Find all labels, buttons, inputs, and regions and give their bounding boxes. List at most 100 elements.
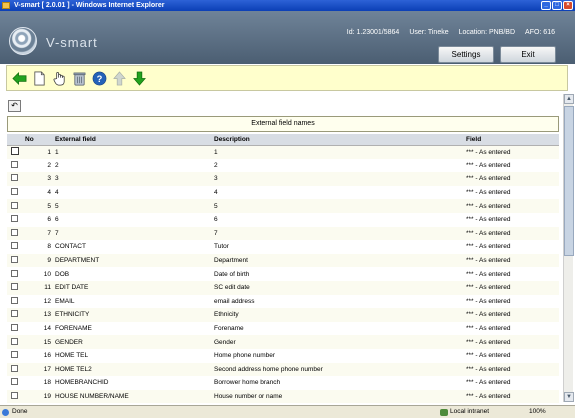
row-external-field: 2 xyxy=(53,158,212,173)
row-checkbox[interactable] xyxy=(11,364,18,372)
close-window-button[interactable]: × xyxy=(563,1,573,10)
exit-button[interactable]: Exit xyxy=(500,46,556,63)
row-checkbox[interactable] xyxy=(11,337,18,345)
table-row[interactable]: 2 2 2 *** - As entered xyxy=(7,158,559,173)
row-field: *** - As entered xyxy=(464,240,559,254)
row-external-field: 4 xyxy=(53,185,212,200)
row-select-cell xyxy=(7,294,23,309)
table-row[interactable]: 3 3 3 *** - As entered xyxy=(7,172,559,186)
table-row[interactable]: 11 EDIT DATE SC edit date *** - As entered xyxy=(7,280,559,295)
row-no: 14 xyxy=(23,321,53,336)
help-icon[interactable]: ? xyxy=(91,70,108,87)
table-row[interactable]: 1 1 1 *** - As entered xyxy=(7,145,559,159)
new-document-icon[interactable] xyxy=(31,70,48,87)
table-row[interactable]: 19 HOUSE NUMBER/NAME House number or name *… xyxy=(7,389,559,404)
column-header-description[interactable]: Description xyxy=(212,134,464,146)
action-toolbar: ? xyxy=(6,65,568,91)
row-no: 18 xyxy=(23,376,53,390)
row-select-cell xyxy=(7,389,23,404)
row-no: 6 xyxy=(23,212,53,227)
row-checkbox[interactable] xyxy=(11,283,18,291)
table-row[interactable]: 6 6 6 *** - As entered xyxy=(7,212,559,227)
row-description: Second address home phone number xyxy=(212,362,464,377)
table-row[interactable]: 8 CONTACT Tutor *** - As entered xyxy=(7,240,559,254)
table-row[interactable]: 7 7 7 *** - As entered xyxy=(7,226,559,241)
row-checkbox[interactable] xyxy=(11,391,18,399)
table-row[interactable]: 14 FORENAME Forename *** - As entered xyxy=(7,321,559,336)
row-external-field: 7 xyxy=(53,226,212,241)
maximize-button[interactable]: □ xyxy=(552,1,562,10)
row-field: *** - As entered xyxy=(464,348,559,363)
row-checkbox[interactable] xyxy=(11,215,18,223)
undo-button[interactable]: ↶ xyxy=(8,100,21,112)
row-select-cell xyxy=(7,226,23,241)
row-description: 2 xyxy=(212,158,464,173)
row-no: 4 xyxy=(23,185,53,200)
move-up-icon[interactable] xyxy=(111,70,128,87)
row-checkbox[interactable] xyxy=(11,269,18,277)
row-field: *** - As entered xyxy=(464,172,559,186)
row-checkbox[interactable] xyxy=(11,324,18,332)
settings-button[interactable]: Settings xyxy=(438,46,494,63)
row-select-cell xyxy=(7,335,23,349)
row-no: 19 xyxy=(23,389,53,404)
scroll-thumb[interactable] xyxy=(564,106,574,256)
row-no: 1 xyxy=(23,145,53,159)
vertical-scrollbar[interactable]: ▲ ▼ xyxy=(563,94,574,402)
brand-name: V-smart xyxy=(46,35,98,50)
table-row[interactable]: 10 DOB Date of birth *** - As entered xyxy=(7,267,559,281)
column-header-field[interactable]: Field xyxy=(464,134,559,146)
table-row[interactable]: 5 5 5 *** - As entered xyxy=(7,199,559,213)
row-description: 7 xyxy=(212,226,464,241)
select-hand-icon[interactable] xyxy=(51,70,68,87)
minimize-button[interactable]: _ xyxy=(541,1,551,10)
delete-trash-icon[interactable] xyxy=(71,70,88,87)
row-field: *** - As entered xyxy=(464,212,559,227)
row-select-cell xyxy=(7,158,23,173)
page-done-icon xyxy=(2,409,9,416)
row-checkbox[interactable] xyxy=(11,378,18,386)
scroll-up-icon[interactable]: ▲ xyxy=(564,94,574,104)
row-no: 9 xyxy=(23,253,53,268)
row-checkbox[interactable] xyxy=(11,296,18,304)
row-checkbox[interactable] xyxy=(11,160,18,168)
scroll-down-icon[interactable]: ▼ xyxy=(564,392,574,402)
row-select-cell xyxy=(7,267,23,281)
row-field: *** - As entered xyxy=(464,158,559,173)
table-row[interactable]: 17 HOME TEL2 Second address home phone num… xyxy=(7,362,559,377)
row-description: Home phone number xyxy=(212,348,464,363)
row-no: 2 xyxy=(23,158,53,173)
row-select-cell xyxy=(7,348,23,363)
row-checkbox[interactable] xyxy=(11,310,18,318)
table-row[interactable]: 13 ETHNICITY Ethnicity *** - As entered xyxy=(7,308,559,322)
row-no: 7 xyxy=(23,226,53,241)
table-row[interactable]: 4 4 4 *** - As entered xyxy=(7,185,559,200)
table-row[interactable]: 12 EMAIL email address *** - As entered xyxy=(7,294,559,309)
row-select-cell xyxy=(7,172,23,186)
table-row[interactable]: 16 HOME TEL Home phone number *** - As ente… xyxy=(7,348,559,363)
row-select-cell xyxy=(7,240,23,254)
row-description: SC edit date xyxy=(212,280,464,295)
row-checkbox[interactable] xyxy=(11,147,19,156)
row-checkbox[interactable] xyxy=(11,242,18,250)
row-no: 15 xyxy=(23,335,53,349)
row-description: Borrower home branch xyxy=(212,376,464,390)
back-arrow-icon[interactable] xyxy=(11,70,28,87)
table-row[interactable]: 9 DEPARTMENT Department *** - As entered xyxy=(7,253,559,268)
table-row[interactable]: 15 GENDER Gender *** - As entered xyxy=(7,335,559,349)
row-checkbox[interactable] xyxy=(11,201,18,209)
column-header-no[interactable]: No xyxy=(23,134,53,146)
table-row[interactable]: 18 HOMEBRANCHID Borrower home branch *** - … xyxy=(7,376,559,390)
row-checkbox[interactable] xyxy=(11,351,18,359)
row-external-field: EMAIL xyxy=(53,294,212,309)
zoom-level[interactable]: 100% xyxy=(529,406,546,418)
session-afo: AFO: 616 xyxy=(525,29,555,36)
row-checkbox[interactable] xyxy=(11,228,18,236)
row-description: Department xyxy=(212,253,464,268)
move-down-icon[interactable] xyxy=(131,70,148,87)
column-header-external-field[interactable]: External field xyxy=(53,134,212,146)
row-no: 3 xyxy=(23,172,53,186)
row-checkbox[interactable] xyxy=(11,256,18,264)
row-checkbox[interactable] xyxy=(11,174,18,182)
row-checkbox[interactable] xyxy=(11,188,18,196)
